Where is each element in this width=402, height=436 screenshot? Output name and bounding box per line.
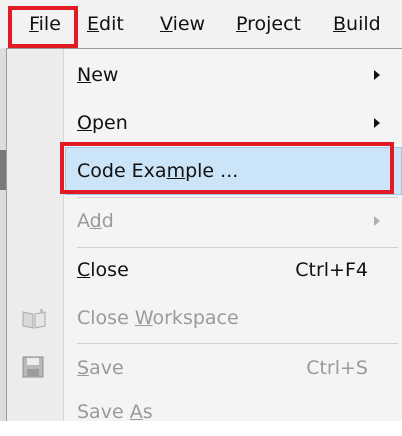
- menu-item-close-workspace-label: Close Workspace: [77, 307, 239, 329]
- menu-item-close-workspace[interactable]: Close Workspace: [65, 294, 402, 342]
- menu-item-add[interactable]: Add: [65, 197, 402, 245]
- menu-item-open[interactable]: Open: [65, 99, 402, 147]
- menu-edit[interactable]: Edit: [87, 0, 124, 48]
- menu-item-close-label: Close: [77, 259, 129, 281]
- menu-build[interactable]: Build: [333, 0, 381, 48]
- menu-item-add-label: Add: [77, 210, 114, 232]
- menu-item-close[interactable]: Close Ctrl+F4: [65, 246, 402, 294]
- menu-item-save[interactable]: Save Ctrl+S: [65, 344, 402, 392]
- shortcut-label: Ctrl+F4: [295, 259, 368, 281]
- submenu-arrow-icon: [374, 70, 380, 80]
- menu-item-save-as-label: Save As: [77, 401, 153, 423]
- menu-project[interactable]: Project: [236, 0, 301, 48]
- shortcut-label: Ctrl+S: [306, 357, 368, 379]
- file-menu-annotation-box: [8, 6, 78, 48]
- menu-item-new-label: New: [77, 64, 119, 86]
- menu-item-save-label: Save: [77, 357, 124, 379]
- menu-item-save-as[interactable]: Save As: [65, 388, 402, 436]
- code-example-annotation-box: [60, 142, 394, 194]
- submenu-arrow-icon: [374, 216, 380, 226]
- submenu-arrow-icon: [374, 118, 380, 128]
- floppy-disk-icon: [21, 356, 47, 378]
- menu-item-new[interactable]: New: [65, 51, 402, 99]
- book-icon: [21, 308, 47, 330]
- menu-item-open-label: Open: [77, 112, 128, 134]
- menu-view[interactable]: View: [160, 0, 205, 48]
- file-dropdown-menu: New Open Code Example ... Add Close Ctrl…: [6, 48, 402, 423]
